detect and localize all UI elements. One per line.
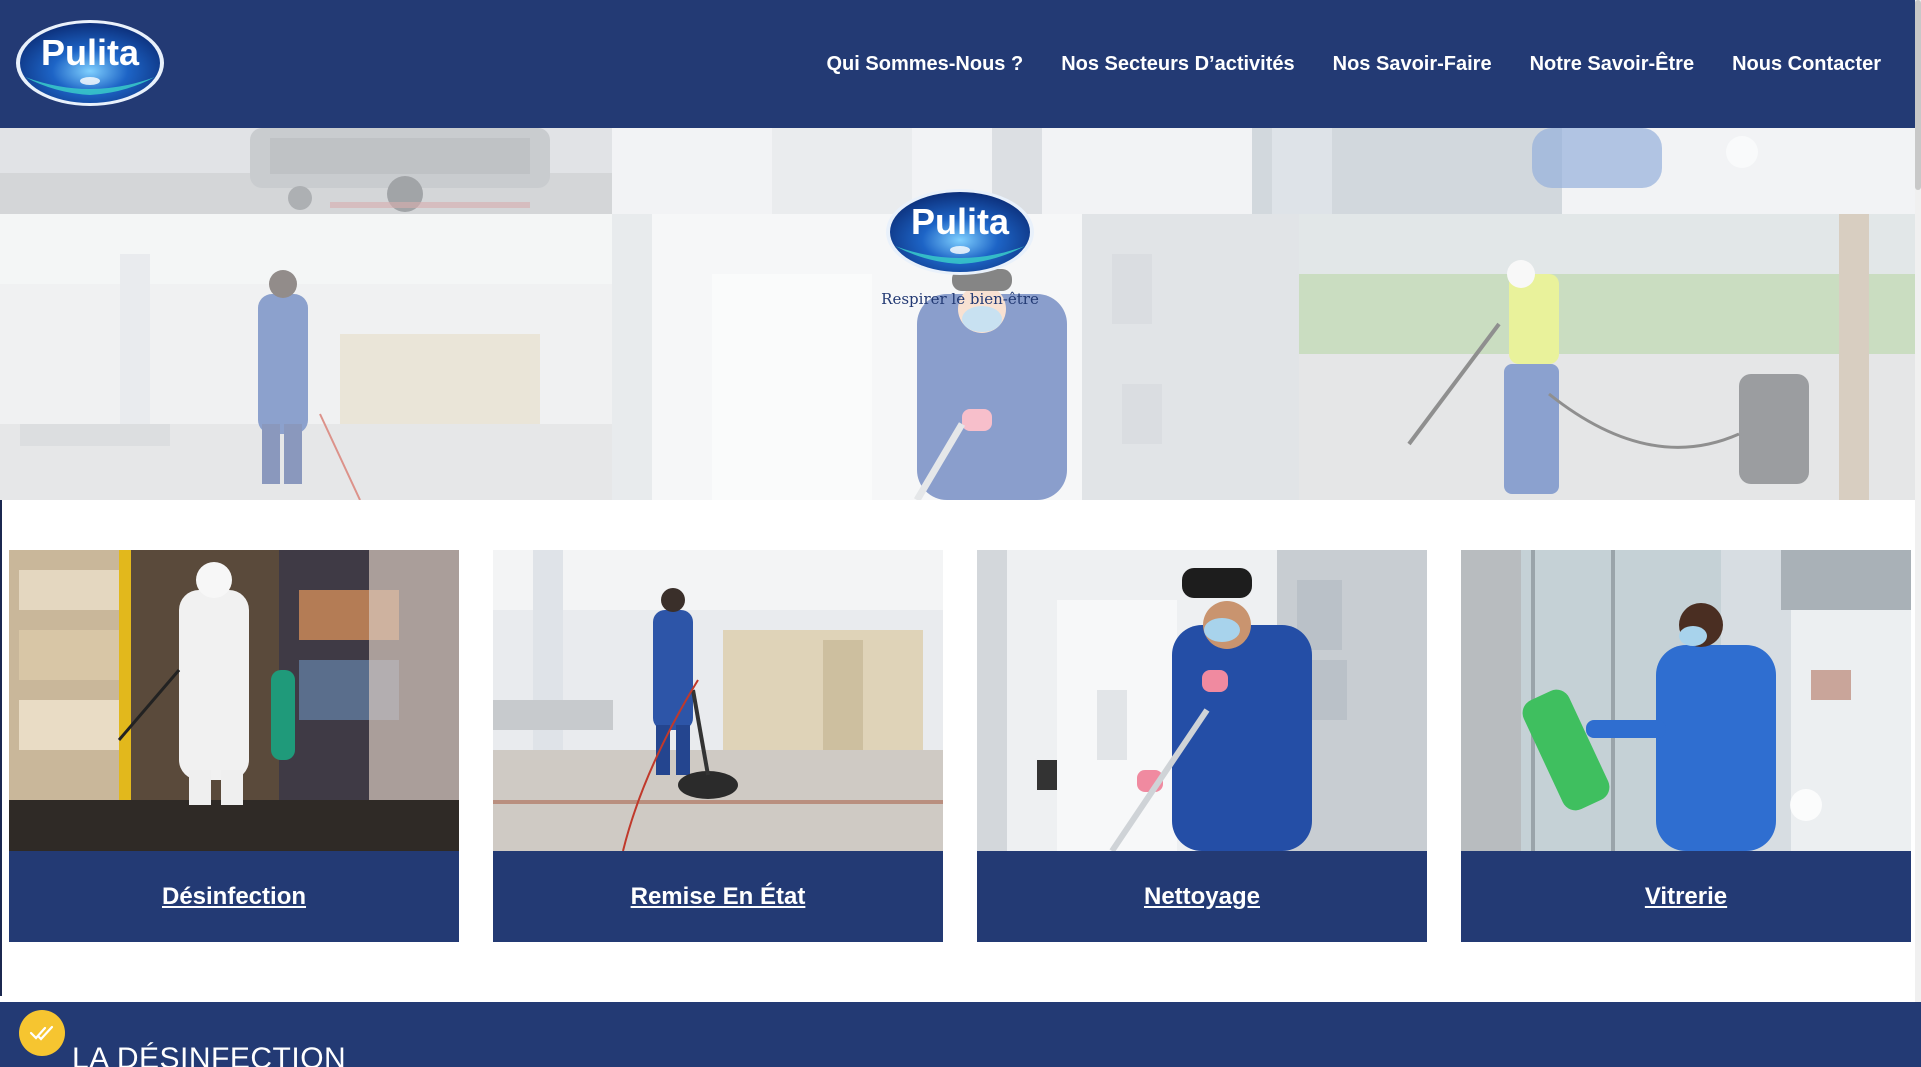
section-title: LA DÉSINFECTION (72, 1042, 347, 1067)
service-card-remise-en-etat[interactable]: Remise En État (493, 550, 943, 942)
service-card-desinfection[interactable]: Désinfection (9, 550, 459, 942)
card-label-vitrerie: Vitrerie (1461, 851, 1911, 942)
photo-remise-en-etat[interactable] (493, 550, 943, 851)
nav-item-savoir-faire[interactable]: Nos Savoir-Faire (1333, 53, 1492, 76)
site-header: Pulita Qui Sommes-Nous ? Nos Secteurs D’… (0, 0, 1921, 128)
hero-tagline: Respirer le bien-être (881, 290, 1039, 308)
svg-text:Pulita: Pulita (911, 201, 1010, 242)
nav-item-qui-sommes-nous[interactable]: Qui Sommes-Nous ? (827, 53, 1024, 76)
link-nettoyage[interactable]: Nettoyage (1144, 883, 1260, 911)
desinfection-section: LA DÉSINFECTION (0, 1002, 1921, 1067)
hero-overlay (0, 128, 1915, 500)
scrollbar-thumb[interactable] (1915, 0, 1921, 190)
check-marks-icon[interactable] (19, 1010, 65, 1056)
main-nav: Qui Sommes-Nous ? Nos Secteurs D’activit… (827, 0, 1882, 128)
photo-vitrerie[interactable] (1461, 550, 1911, 851)
nav-item-secteurs[interactable]: Nos Secteurs D’activités (1061, 53, 1294, 76)
service-card-nettoyage[interactable]: Nettoyage (977, 550, 1427, 942)
service-card-vitrerie[interactable]: Vitrerie (1461, 550, 1911, 942)
service-cards: Désinfection Remise En État Nettoyage Vi… (9, 550, 1915, 942)
nav-item-savoir-etre[interactable]: Notre Savoir-Être (1530, 53, 1695, 76)
photo-desinfection[interactable] (9, 550, 459, 851)
link-remise-en-etat[interactable]: Remise En État (631, 883, 806, 911)
hero-banner: Pulita Respirer le bien-être (0, 128, 1915, 500)
card-label-desinfection: Désinfection (9, 851, 459, 942)
hero-pulita-logo: Pulita (885, 188, 1035, 276)
card-label-nettoyage: Nettoyage (977, 851, 1427, 942)
pulita-logo[interactable]: Pulita (15, 19, 165, 107)
photo-nettoyage[interactable] (977, 550, 1427, 851)
nav-item-contact[interactable]: Nous Contacter (1732, 53, 1881, 76)
card-label-remise-en-etat: Remise En État (493, 851, 943, 942)
svg-text:Pulita: Pulita (41, 32, 140, 73)
page-scrollbar[interactable] (1915, 0, 1921, 1067)
link-desinfection[interactable]: Désinfection (162, 883, 306, 911)
link-vitrerie[interactable]: Vitrerie (1645, 883, 1727, 911)
